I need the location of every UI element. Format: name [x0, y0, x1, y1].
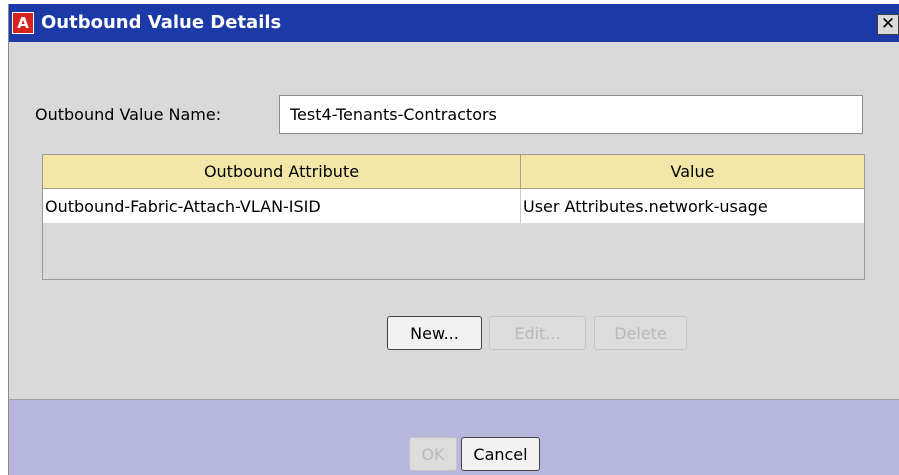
table-row[interactable]: Outbound-Fabric-Attach-VLAN-ISID User At… [43, 189, 864, 223]
title-bar: A Outbound Value Details ✕ [9, 4, 899, 42]
delete-button[interactable]: Delete [594, 316, 687, 350]
close-button[interactable]: ✕ [877, 14, 899, 35]
cell-value: User Attributes.network-usage [523, 196, 768, 216]
new-button[interactable]: New... [387, 316, 482, 350]
edit-button[interactable]: Edit... [489, 316, 586, 350]
outbound-attributes-table: Outbound Attribute Value Outbound-Fabric… [42, 154, 865, 280]
table-header: Outbound Attribute Value [43, 155, 864, 189]
outbound-value-name-label: Outbound Value Name: [35, 105, 222, 124]
column-header-value[interactable]: Value [521, 155, 864, 189]
ok-button[interactable]: OK [409, 437, 457, 471]
cell-outbound-attribute: Outbound-Fabric-Attach-VLAN-ISID [43, 189, 521, 223]
app-logo-icon: A [12, 12, 34, 34]
outbound-value-name-input[interactable] [279, 95, 863, 134]
close-icon: ✕ [880, 14, 896, 34]
column-header-outbound-attribute[interactable]: Outbound Attribute [43, 155, 521, 189]
cancel-button[interactable]: Cancel [461, 437, 540, 471]
outbound-value-details-dialog: A Outbound Value Details ✕ Outbound Valu… [8, 4, 899, 475]
window-title: Outbound Value Details [41, 12, 282, 33]
